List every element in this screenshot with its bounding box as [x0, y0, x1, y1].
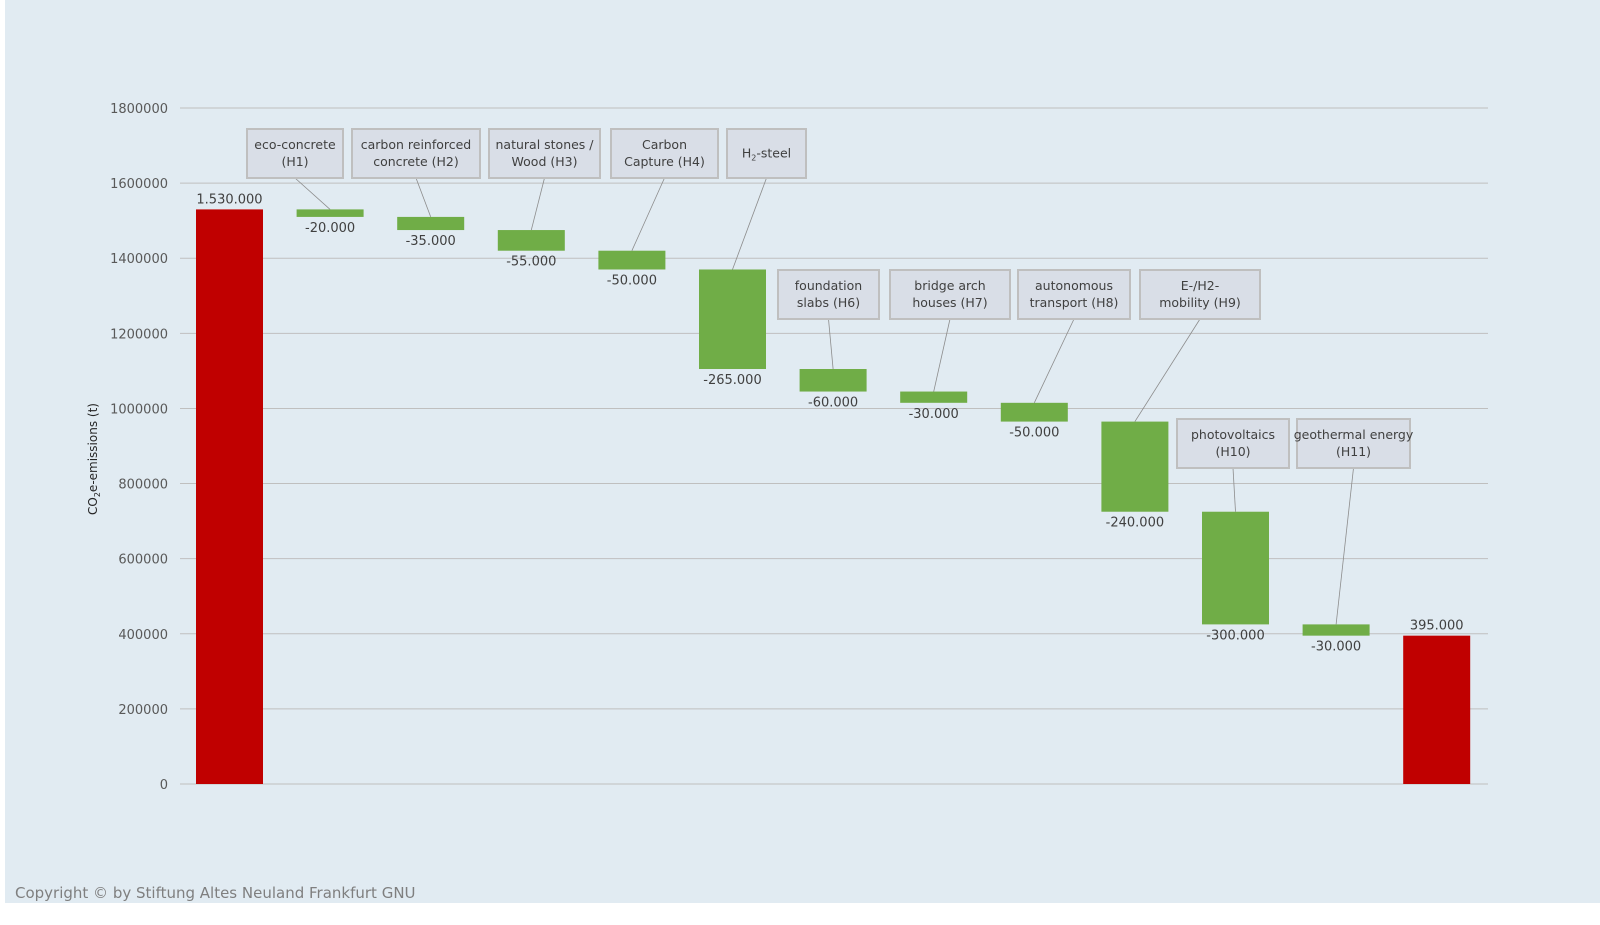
y-tick-label: 600000: [118, 553, 168, 568]
callout-label: (H10): [1215, 444, 1250, 459]
callout-label: foundation: [795, 278, 862, 293]
callout-leader-line: [631, 177, 665, 251]
copyright-notice: Copyright © by Stiftung Altes Neuland Fr…: [15, 884, 416, 902]
y-axis-label: CO2e-emissions (t): [86, 403, 102, 515]
data-label: -20.000: [305, 221, 355, 236]
callout-label: Carbon: [642, 137, 687, 152]
callout-label: (H1): [281, 154, 308, 169]
callouts: eco-concrete (H1) carbon reinforced concret…: [246, 128, 1414, 469]
callout-label: houses (H7): [912, 295, 987, 310]
callout-label: concrete (H2): [373, 154, 459, 169]
data-label: -50.000: [607, 273, 657, 288]
callout-label: E-/H2-: [1181, 278, 1219, 293]
y-tick-label: 400000: [118, 628, 168, 643]
callout-label: photovoltaics: [1191, 427, 1275, 442]
callout-label: carbon reinforced: [361, 137, 472, 152]
callout-leader-line: [1335, 467, 1354, 625]
y-tick-label: 200000: [118, 703, 168, 718]
decrease-bar: [900, 391, 968, 403]
data-label: -55.000: [506, 255, 556, 270]
callout-label: (H11): [1336, 444, 1371, 459]
y-tick-label: 1600000: [110, 177, 168, 192]
callout-leader-line: [1033, 318, 1075, 403]
data-label: -50.000: [1009, 426, 1059, 441]
decrease-bar: [799, 369, 867, 392]
waterfall-chart: 0 200000 400000 600000 800000 1000000 1200000 1…: [86, 102, 1488, 793]
y-tick-label: 1200000: [110, 327, 168, 342]
callout-label: transport (H8): [1030, 295, 1119, 310]
callout-leader-line: [933, 318, 951, 392]
data-label: -30.000: [909, 407, 959, 422]
y-tick-label: 800000: [118, 478, 168, 493]
y-axis-ticks: 0 200000 400000 600000 800000 1000000 1200000 1…: [110, 102, 168, 793]
y-tick-label: 1000000: [110, 402, 168, 417]
callout-leader-line: [1232, 467, 1236, 512]
callout-label: slabs (H6): [797, 295, 860, 310]
decrease-bar: [1101, 421, 1169, 512]
callout-leader-line: [530, 177, 545, 231]
decrease-bar: [497, 230, 565, 251]
callout-leader-line: [828, 318, 834, 370]
callout-label: eco-concrete: [254, 137, 336, 152]
data-label: -30.000: [1311, 640, 1361, 655]
decrease-bar: [1000, 402, 1068, 422]
callout-leader-line: [415, 177, 432, 218]
callout-label: geothermal energy: [1294, 427, 1414, 442]
callout-leader-line: [1134, 318, 1201, 422]
data-label: -265.000: [703, 373, 761, 388]
decrease-bar: [598, 250, 666, 270]
decrease-bar: [699, 269, 766, 370]
data-label: -300.000: [1206, 628, 1264, 643]
data-label: -60.000: [808, 396, 858, 411]
callout-label: bridge arch: [914, 278, 985, 293]
callout-label: H2-steel: [742, 146, 791, 163]
decrease-bar: [397, 216, 465, 231]
y-tick-label: 0: [160, 778, 168, 793]
callout-leader-line: [732, 177, 767, 270]
total-bar: [1403, 635, 1471, 784]
callout-label: autonomous: [1035, 278, 1113, 293]
gridlines: [180, 107, 1488, 785]
y-tick-label: 1400000: [110, 252, 168, 267]
callout-label: mobility (H9): [1159, 295, 1241, 310]
callout-label: Wood (H3): [512, 154, 578, 169]
data-label: 395.000: [1410, 619, 1464, 634]
total-bar: [196, 209, 263, 784]
callout-label: natural stones /: [495, 137, 594, 152]
data-label: 1.530.000: [196, 192, 262, 207]
decrease-bar: [1202, 511, 1269, 625]
decrease-bar: [1302, 624, 1370, 636]
data-label: -35.000: [406, 234, 456, 249]
y-tick-label: 1800000: [110, 102, 168, 117]
data-label: -240.000: [1106, 516, 1164, 531]
callout-label: Capture (H4): [624, 154, 705, 169]
decrease-bar: [296, 209, 364, 217]
